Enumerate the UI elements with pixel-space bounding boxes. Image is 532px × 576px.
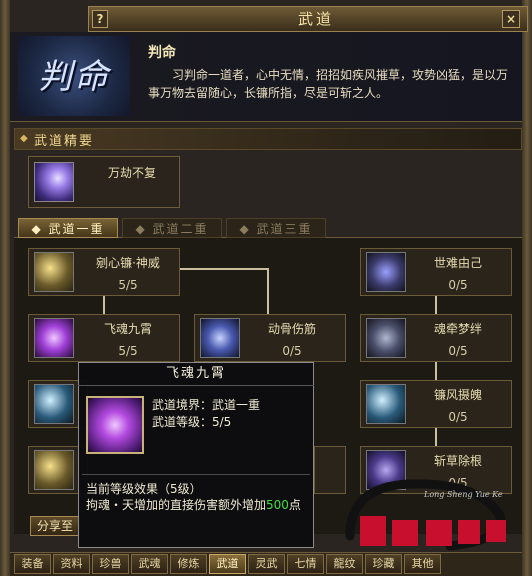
tab-equipment[interactable]: 装备 xyxy=(14,554,51,574)
tree-connector xyxy=(435,362,437,380)
tooltip-realm: 武道境界：武道一重 xyxy=(152,398,261,412)
spirit-burst-icon[interactable] xyxy=(200,318,240,358)
skill-name: 世难由己 xyxy=(433,256,482,270)
skill-name: 飞魂九霄 xyxy=(103,322,152,336)
effect-value: 500 xyxy=(266,498,289,512)
tab-spirit-weapon[interactable]: 灵武 xyxy=(248,554,285,574)
skill-level: 0/5 xyxy=(448,410,468,424)
skill-level: 5/5 xyxy=(118,278,138,292)
tab-pets[interactable]: 珍兽 xyxy=(92,554,129,574)
tab-tier-3[interactable]: ◆ 武道三重 xyxy=(226,218,326,238)
tree-connector xyxy=(180,268,268,270)
skill-name: 剜心镰·神威 xyxy=(96,256,160,270)
window-title: 武道 xyxy=(297,10,334,28)
share-button[interactable]: 分享至 xyxy=(30,516,80,536)
scythe-glow-icon[interactable] xyxy=(34,252,74,292)
purple-flame-icon xyxy=(86,396,144,454)
tab-tier-1[interactable]: ◆ 武道一重 xyxy=(18,218,118,238)
tab-emotions[interactable]: 七情 xyxy=(287,554,324,574)
skill-level: 0/5 xyxy=(448,344,468,358)
tree-connector xyxy=(267,268,269,314)
moon-blade-icon[interactable] xyxy=(34,384,74,424)
skill-level: 0/5 xyxy=(448,278,468,292)
lightning-spirit-icon[interactable] xyxy=(34,162,74,202)
skill-level: 5/5 xyxy=(118,344,138,358)
style-emblem-calligraphy: 判命 xyxy=(38,57,110,97)
tooltip-divider xyxy=(82,474,310,475)
essence-section-label: 武道精要 xyxy=(34,134,95,149)
style-description: 习判命一道者，心中无情，招招如疾风摧草，攻势凶猛，是以万事万物去留随心，长镰所指… xyxy=(148,68,509,100)
skill-name: 斩草除根 xyxy=(433,454,482,468)
style-name: 判命 xyxy=(148,45,176,61)
tooltip-title: 飞魂九霄 xyxy=(78,362,314,386)
swirl-icon[interactable] xyxy=(366,252,406,292)
close-button[interactable]: × xyxy=(502,10,520,28)
essence-skill-name: 万劫不复 xyxy=(107,166,156,180)
chain-soul-icon[interactable] xyxy=(366,318,406,358)
tab-martial-way[interactable]: 武道 xyxy=(209,554,246,574)
tree-connector xyxy=(103,296,105,314)
tab-dragon-pattern[interactable]: 龍纹 xyxy=(326,554,363,574)
tooltip-effect-heading: 当前等级效果（5级） xyxy=(86,482,202,496)
effect-text-after: 点 xyxy=(288,498,301,512)
frame-left-pillar xyxy=(0,0,10,576)
brush-logo-watermark xyxy=(345,479,506,551)
skill-level: 0/5 xyxy=(282,344,302,358)
tab-tier-2[interactable]: ◆ 武道二重 xyxy=(122,218,222,238)
skill-name: 镰风摄魄 xyxy=(433,388,482,402)
effect-text-before: 拘魂・天增加的直接伤害额外增加 xyxy=(86,498,267,512)
skill-name: 魂牵梦绊 xyxy=(433,322,482,336)
purple-flame-icon[interactable] xyxy=(34,318,74,358)
skill-name: 动骨伤筋 xyxy=(267,322,316,336)
tab-other[interactable]: 其他 xyxy=(404,554,441,574)
tree-connector xyxy=(435,296,437,314)
wind-scythe-icon[interactable] xyxy=(366,384,406,424)
tooltip-effect-text: 拘魂・天增加的直接伤害额外增加500点 xyxy=(86,497,310,537)
help-button[interactable]: ? xyxy=(92,10,108,28)
scythe-glow-icon[interactable] xyxy=(34,450,74,490)
diamond-bullet-icon: ◆ xyxy=(20,133,28,144)
watermark-caption: Long Sheng Yue Ke xyxy=(424,490,503,499)
tab-martial-soul[interactable]: 武魂 xyxy=(131,554,168,574)
tree-connector xyxy=(435,428,437,446)
tab-collection[interactable]: 珍藏 xyxy=(365,554,402,574)
tab-profile[interactable]: 资料 xyxy=(53,554,90,574)
tab-cultivation[interactable]: 修炼 xyxy=(170,554,207,574)
tooltip-level: 武道等级：5/5 xyxy=(152,415,232,429)
